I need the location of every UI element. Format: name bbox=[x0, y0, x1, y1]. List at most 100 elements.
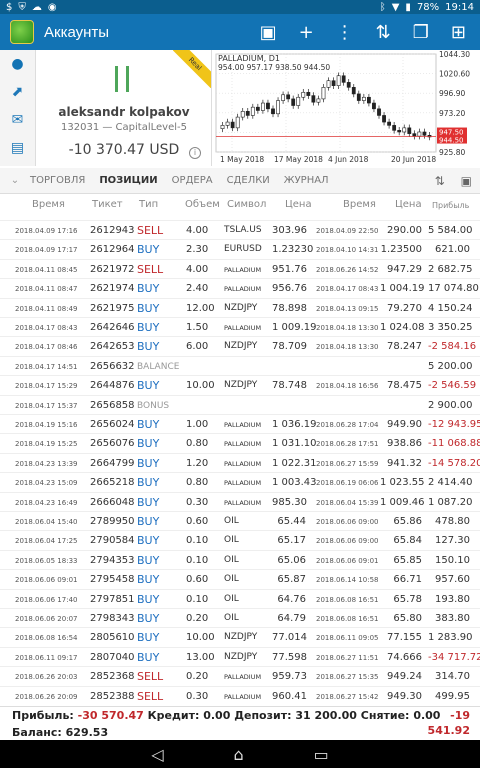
table-row[interactable]: 2018.06.06 17:40 2797851 BUY 0.10 OIL 64.76 20… bbox=[0, 588, 480, 608]
candle-body bbox=[220, 125, 225, 129]
system-nav-bar: ◁ ⌂ ▭ bbox=[0, 740, 480, 768]
col-close-time[interactable]: Время bbox=[343, 199, 376, 210]
col-symbol[interactable]: Символ bbox=[227, 199, 266, 210]
more-icon[interactable]: ⋮ bbox=[336, 22, 354, 43]
col-price[interactable]: Цена bbox=[285, 199, 312, 210]
table-row[interactable]: 2018.04.17 08:43 2642646 BUY 1.50 PALLADIUM 1… bbox=[0, 317, 480, 336]
cell-profit: 5 584.00 bbox=[428, 225, 473, 236]
table-row[interactable]: 2018.04.09 17:16 2612943 SELL 4.00 TSLA.US 30… bbox=[0, 220, 480, 239]
app-logo-icon bbox=[10, 20, 34, 44]
col-type[interactable]: Тип bbox=[139, 199, 158, 210]
cell-ticket: 2805610 bbox=[90, 632, 135, 644]
recents-icon[interactable]: ▭ bbox=[314, 745, 329, 764]
table-row[interactable]: 2018.04.17 15:29 2644876 BUY 10.00 NZDJPY 78.… bbox=[0, 375, 480, 394]
accounts-nav-icon[interactable]: ● bbox=[0, 50, 35, 78]
candle-body bbox=[367, 96, 371, 104]
table-row[interactable]: 2018.04.23 15:09 2665218 BUY 0.80 PALLADIUM 1… bbox=[0, 472, 480, 491]
table-row[interactable]: 2018.04.11 08:45 2621972 SELL 4.00 PALLADIUM… bbox=[0, 258, 480, 278]
cell-open-price: 1 022.31 bbox=[272, 457, 317, 469]
col-close-price[interactable]: Цена bbox=[395, 199, 422, 210]
cell-profit: 1 087.20 bbox=[428, 496, 473, 508]
windows-icon[interactable]: ❐ bbox=[413, 22, 429, 43]
cell-open-price: 1 031.10 bbox=[272, 438, 317, 450]
y-tick-label: 973.20 bbox=[439, 109, 465, 118]
summary-right-1: -19 bbox=[450, 709, 470, 722]
mini-chart[interactable]: 1044.301020.60996.90973.20949.50925.801 … bbox=[214, 50, 480, 166]
chart-nav-icon[interactable]: ⬈ bbox=[0, 78, 35, 106]
cell-open-time: 2018.04.23 16:49 bbox=[15, 498, 78, 507]
table-row[interactable]: 2018.06.04 17:25 2790584 BUY 0.10 OIL 65.17 20… bbox=[0, 530, 480, 549]
news-nav-icon[interactable]: ▤ bbox=[0, 134, 35, 162]
new-order-icon[interactable]: ⊞ bbox=[451, 22, 466, 43]
bookmarks-icon[interactable]: ▣ bbox=[260, 22, 277, 43]
account-balance: -10 370.47 USD bbox=[68, 142, 180, 158]
col-profit[interactable]: Прибыль bbox=[432, 201, 469, 210]
back-icon[interactable]: ◁ bbox=[151, 745, 163, 764]
table-row[interactable]: 2018.04.11 08:49 2621975 BUY 12.00 NZDJPY 78.… bbox=[0, 297, 480, 317]
cell-symbol: TSLA.US bbox=[224, 225, 262, 235]
chevron-down-icon[interactable]: ⌄ bbox=[0, 175, 30, 186]
table-row[interactable]: 2018.04.11 08:47 2621974 BUY 2.40 PALLADIUM 9… bbox=[0, 278, 480, 297]
table-row[interactable]: 2018.06.26 20:03 2852368 SELL 0.20 PALLADIUM… bbox=[0, 666, 480, 685]
summary-bar: Прибыль: -30 570.47 Кредит: 0.00 Депозит… bbox=[0, 706, 480, 740]
table-row[interactable]: 2018.04.17 14:51 2656632 BALANCE 5 200.00 bbox=[0, 355, 480, 375]
cell-ticket: 2852388 bbox=[90, 690, 135, 702]
info-icon[interactable]: i bbox=[189, 147, 201, 159]
table-row[interactable]: 2018.04.09 17:17 2612964 BUY 2.30 EURUSD 1.23… bbox=[0, 239, 480, 258]
table-row[interactable]: 2018.04.17 15:37 2656858 BONUS 2 900.00 bbox=[0, 394, 480, 414]
table-row[interactable]: 2018.04.23 13:39 2664799 BUY 1.20 PALLADIUM 1… bbox=[0, 452, 480, 472]
table-row[interactable]: 2018.06.06 09:01 2795458 BUY 0.60 OIL 65.87 20… bbox=[0, 569, 480, 588]
cell-volume: 10.00 bbox=[186, 632, 215, 644]
tab-trade[interactable]: ТОРГОВЛЯ bbox=[30, 175, 85, 186]
cell-profit: 2 682.75 bbox=[428, 263, 473, 275]
bluetooth-icon: ᛒ bbox=[379, 1, 386, 13]
battery-level: 78% bbox=[416, 1, 440, 13]
table-row[interactable]: 2018.04.17 08:46 2642653 BUY 6.00 NZDJPY 78.7… bbox=[0, 336, 480, 355]
table-row[interactable]: 2018.04.19 15:25 2656076 BUY 0.80 PALLADIUM 1… bbox=[0, 433, 480, 452]
cell-volume: 0.60 bbox=[186, 574, 209, 586]
cell-type: BUY bbox=[137, 437, 160, 451]
cell-close-price: 79.270 bbox=[387, 302, 422, 314]
table-row[interactable]: 2018.06.26 20:09 2852388 SELL 0.30 PALLADIUM… bbox=[0, 685, 480, 705]
home-icon[interactable]: ⌂ bbox=[234, 745, 244, 764]
calendar-icon[interactable]: ▣ bbox=[461, 174, 472, 188]
mail-nav-icon[interactable]: ✉ bbox=[0, 106, 35, 134]
sort-icon[interactable]: ⇅ bbox=[435, 174, 445, 188]
cell-ticket: 2798343 bbox=[90, 613, 135, 624]
tab-deals[interactable]: СДЕЛКИ bbox=[227, 175, 270, 186]
cell-volume: 0.30 bbox=[186, 690, 209, 702]
cell-profit: -14 578.20 bbox=[428, 457, 480, 469]
cell-open-price: 960.41 bbox=[272, 690, 307, 702]
x-tick-label: 17 May 2018 bbox=[274, 155, 323, 164]
col-volume[interactable]: Объем bbox=[185, 199, 220, 210]
cell-open-time: 2018.04.19 15:16 bbox=[15, 421, 78, 429]
cell-open-price: 77.598 bbox=[272, 651, 307, 663]
add-icon[interactable]: + bbox=[299, 22, 314, 43]
cell-type: SELL bbox=[137, 670, 164, 684]
table-row[interactable]: 2018.06.06 20:07 2798343 BUY 0.20 OIL 64.79 20… bbox=[0, 608, 480, 627]
account-card[interactable]: Real aleksandr kolpakov 132031 — Capital… bbox=[36, 50, 212, 166]
table-row[interactable]: 2018.04.19 15:16 2656024 BUY 1.00 PALLADIUM 1… bbox=[0, 414, 480, 433]
cell-close-price: 77.155 bbox=[387, 632, 422, 644]
history-tabs: ⌄ ТОРГОВЛЯ ПОЗИЦИИ ОРДЕРА СДЕЛКИ ЖУРНАЛ … bbox=[0, 168, 480, 194]
cell-close-price: 290.00 bbox=[387, 225, 422, 236]
transfer-icon[interactable]: ⇅ bbox=[376, 22, 391, 43]
table-row[interactable]: 2018.04.23 16:49 2666048 BUY 0.30 PALLADIUM 9… bbox=[0, 491, 480, 511]
table-row[interactable]: 2018.06.08 16:54 2805610 BUY 10.00 NZDJPY 77.… bbox=[0, 627, 480, 646]
table-row[interactable]: 2018.06.04 15:40 2789950 BUY 0.60 OIL 65.44 20… bbox=[0, 511, 480, 530]
col-ticket[interactable]: Тикет bbox=[92, 199, 123, 210]
deposit-label: Депозит: bbox=[234, 709, 292, 722]
cell-profit: 2 414.40 bbox=[428, 477, 473, 489]
tab-positions[interactable]: ПОЗИЦИИ bbox=[99, 175, 157, 186]
account-bars-icon bbox=[115, 66, 129, 92]
summary-right-2: 541.92 bbox=[427, 724, 470, 737]
cell-open-price: 78.898 bbox=[272, 302, 307, 314]
tab-orders[interactable]: ОРДЕРА bbox=[172, 175, 213, 186]
table-row[interactable]: 2018.06.11 09:17 2807040 BUY 13.00 NZDJPY 77.… bbox=[0, 646, 480, 666]
cell-open-time: 2018.04.11 08:49 bbox=[15, 304, 78, 313]
col-time[interactable]: Время bbox=[32, 199, 65, 210]
cell-open-price: 77.014 bbox=[272, 632, 307, 644]
table-row[interactable]: 2018.06.05 18:33 2794353 BUY 0.10 OIL 65.06 20… bbox=[0, 549, 480, 569]
tab-journal[interactable]: ЖУРНАЛ bbox=[284, 175, 329, 186]
candle-body bbox=[321, 87, 326, 100]
